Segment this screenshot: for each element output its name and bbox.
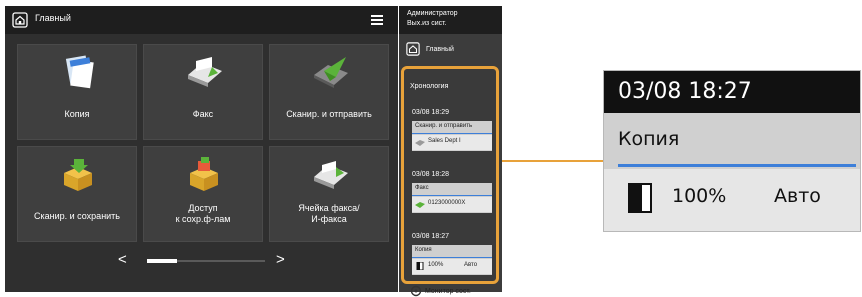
- tile-label-line1: Доступ: [188, 203, 218, 213]
- fax-icon: [188, 57, 222, 87]
- home-button-label[interactable]: Главный: [426, 46, 454, 53]
- history-job-name: Сканир. и отправить: [415, 123, 473, 129]
- history-job-name: Копия: [415, 247, 432, 253]
- copy-page-icon: [416, 262, 424, 270]
- history-detail: 100% Авто: [412, 259, 492, 274]
- tile-copy[interactable]: Копия: [17, 44, 137, 140]
- callout-zoom-percent: 100%: [672, 185, 727, 207]
- tile-scan-send[interactable]: Сканир. и отправить: [269, 44, 389, 140]
- history-panel: Хронология 03/08 18:29 Сканир. и отправи…: [401, 66, 499, 284]
- tile-scan-save[interactable]: Сканир. и сохранить: [17, 146, 137, 242]
- home-icon[interactable]: [406, 42, 420, 56]
- side-panel: Администратор Вых.из сист. Главный Хроно…: [399, 6, 502, 292]
- tile-label-line1: Ячейка факса/: [298, 203, 360, 213]
- divider: [412, 257, 492, 258]
- home-icon[interactable]: [12, 12, 28, 28]
- home-screen: Главный Копия Факс Сканир. и отправить С…: [5, 6, 398, 292]
- tile-access-files[interactable]: Доступ к сохр.ф-лам: [143, 146, 263, 242]
- history-item-copy[interactable]: Копия 100% Авто: [412, 245, 492, 275]
- tile-label: Факс: [192, 109, 214, 119]
- callout-color-mode: Авто: [774, 185, 821, 207]
- page-navigator: < >: [5, 248, 398, 272]
- top-bar: Главный: [5, 6, 398, 34]
- status-monitor-label[interactable]: Монитор сост.: [425, 288, 471, 295]
- history-detail: Sales Dept I: [412, 135, 492, 150]
- history-job-name: Факс: [415, 185, 429, 191]
- side-header: Администратор Вых.из сист.: [399, 6, 502, 34]
- tile-label: Копия: [64, 109, 90, 119]
- user-name: Администратор: [407, 10, 458, 17]
- previous-page-button[interactable]: <: [118, 251, 127, 268]
- history-detail: 0123000000X: [412, 197, 492, 212]
- fax-icon: [415, 202, 425, 208]
- tile-fax-inbox[interactable]: Ячейка факса/ И-факса: [269, 146, 389, 242]
- callout-header: 03/08 18:27: [604, 71, 860, 113]
- fax-inbox-icon: [314, 161, 348, 189]
- history-callout: 03/08 18:27 Копия 100% Авто: [603, 70, 861, 232]
- page-title: Главный: [35, 13, 71, 23]
- callout-time: 03/08 18:27: [618, 79, 752, 104]
- status-monitor-icon[interactable]: [410, 285, 422, 297]
- tile-label: Доступ к сохр.ф-лам: [146, 203, 260, 225]
- tile-label: Сканир. и сохранить: [34, 211, 120, 221]
- callout-divider: [618, 164, 856, 167]
- tile-label-line2: к сохр.ф-лам: [175, 214, 231, 224]
- callout-connector: [502, 160, 604, 162]
- history-item-fax[interactable]: Факс 0123000000X: [412, 183, 492, 213]
- history-destination: 0123000000X: [428, 200, 466, 206]
- history-time: 03/08 18:29: [412, 109, 449, 116]
- history-item-scan-send[interactable]: Сканир. и отправить Sales Dept I: [412, 121, 492, 151]
- divider: [412, 195, 492, 196]
- callout-job-name: Копия: [618, 128, 680, 150]
- next-page-button[interactable]: >: [276, 251, 285, 268]
- access-files-icon: [190, 157, 218, 191]
- copy-icon: [65, 55, 94, 89]
- tile-label-line2: И-факса: [311, 214, 347, 224]
- history-destination: Sales Dept I: [428, 138, 461, 144]
- scan-send-icon: [415, 140, 425, 146]
- hamburger-icon[interactable]: [366, 12, 388, 28]
- history-time: 03/08 18:28: [412, 171, 449, 178]
- tile-label: Сканир. и отправить: [286, 109, 372, 119]
- history-zoom-percent: 100%: [428, 262, 444, 268]
- tile-fax[interactable]: Факс: [143, 44, 263, 140]
- page-indicator-thumb: [147, 259, 177, 263]
- divider: [412, 133, 492, 134]
- scan-save-icon: [64, 159, 92, 191]
- history-time: 03/08 18:27: [412, 233, 449, 240]
- history-color-mode: Авто: [464, 262, 478, 268]
- tile-label: Ячейка факса/ И-факса: [272, 203, 386, 225]
- copy-page-icon: [628, 183, 652, 213]
- scan-send-icon: [314, 57, 348, 88]
- history-title: Хронология: [410, 83, 449, 90]
- logout-button[interactable]: Вых.из сист.: [407, 20, 447, 27]
